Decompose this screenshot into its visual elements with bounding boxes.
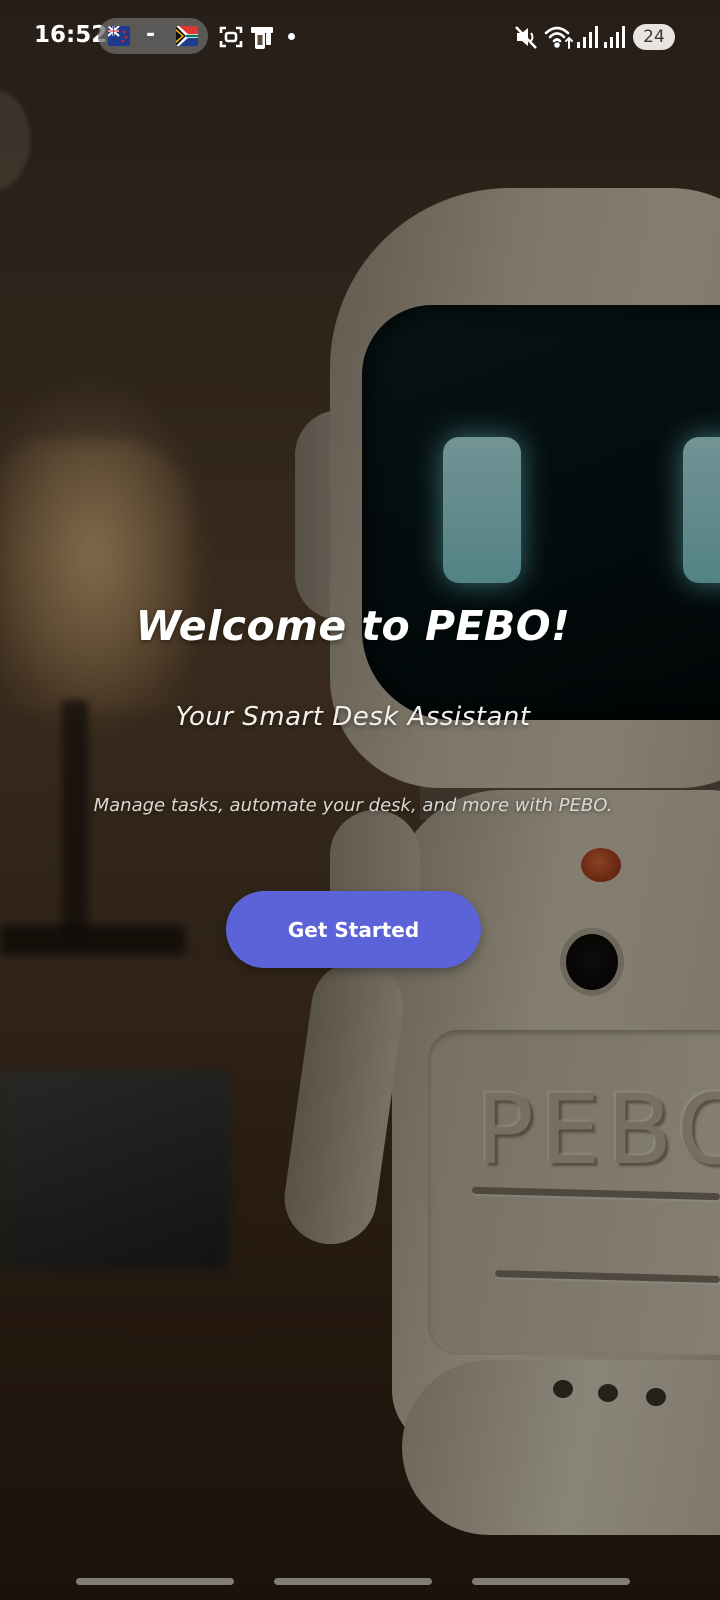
gesture-handle[interactable] bbox=[472, 1578, 630, 1585]
notification-pill[interactable]: - bbox=[98, 18, 208, 54]
mute-icon bbox=[514, 24, 538, 54]
more-notifications-dot-icon bbox=[288, 33, 295, 40]
status-bar: 16:52 - 24 bbox=[0, 0, 720, 74]
gesture-handle[interactable] bbox=[274, 1578, 432, 1585]
signal-icon bbox=[576, 24, 600, 54]
battery-indicator: 24 bbox=[633, 24, 675, 50]
welcome-screen: PEBO 16:52 bbox=[0, 0, 720, 1600]
screenshot-icon bbox=[218, 24, 244, 54]
signal-icon bbox=[603, 24, 627, 54]
welcome-title: Welcome to PEBO! bbox=[135, 602, 571, 650]
status-time: 16:52 bbox=[34, 22, 108, 48]
wifi-icon bbox=[544, 24, 574, 54]
device-icon bbox=[249, 24, 275, 54]
welcome-subtitle: Your Smart Desk Assistant bbox=[175, 702, 531, 732]
new-zealand-flag-icon bbox=[108, 26, 130, 46]
get-started-button[interactable]: Get Started bbox=[226, 891, 481, 968]
welcome-description: Manage tasks, automate your desk, and mo… bbox=[93, 795, 613, 816]
gesture-handle[interactable] bbox=[76, 1578, 234, 1585]
notification-separator: - bbox=[146, 22, 156, 47]
south-africa-flag-icon bbox=[176, 26, 198, 46]
